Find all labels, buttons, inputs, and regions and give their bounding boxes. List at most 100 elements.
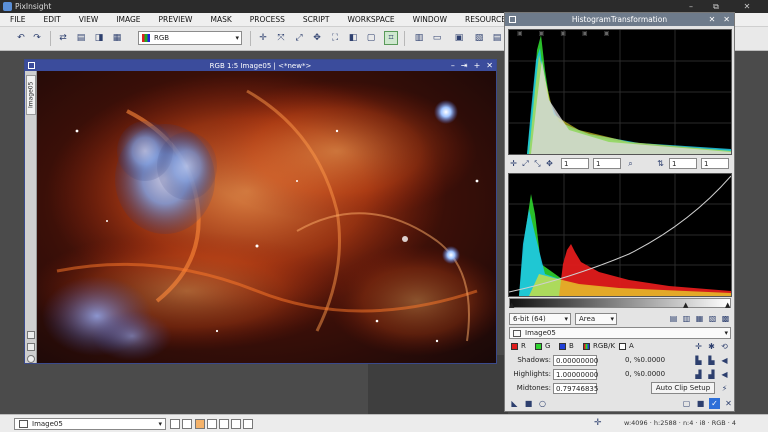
view-target-select[interactable]: Image05 ▾ [509,327,731,339]
clip-icon[interactable]: ▙ [693,355,704,366]
redo-icon[interactable]: ↷ [30,31,44,45]
reject-icon[interactable]: ▤ [668,313,679,324]
crosshair-icon[interactable]: ✛ [508,158,519,169]
pan-icon[interactable]: ✥ [310,31,324,45]
output-histogram-panel[interactable] [508,173,732,297]
marker-icon[interactable]: ▣ [582,30,588,38]
menu-script[interactable]: SCRIPT [293,15,338,24]
lock-icon[interactable] [170,419,180,429]
fit-view-icon[interactable]: ⤧ [274,31,288,45]
horizontal-zoom-input[interactable]: 1 [561,158,589,169]
crosshair-icon[interactable]: ✛ [594,418,602,428]
midtones-input[interactable]: 0.79746835 [553,383,598,394]
menu-process[interactable]: PROCESS [240,15,293,24]
view-selector[interactable]: Image05 ▾ [14,418,166,430]
highlights-input[interactable]: 1.00000000 [553,369,598,380]
gear-icon[interactable]: ✱ [706,341,717,352]
auto-icon[interactable]: ⚡ [719,383,730,394]
target-icon[interactable]: ✛ [693,341,704,352]
browse-docs-icon[interactable]: ▢ [681,398,692,409]
apply-global-icon[interactable]: ■ [523,398,534,409]
menu-image[interactable]: IMAGE [106,15,148,24]
layer-icon[interactable] [219,419,229,429]
image-stack-icon[interactable]: ▤ [74,31,88,45]
image-window-titlebar[interactable]: RGB 1:5 Image05 | <*new*> – ⇥ + ✕ [25,60,496,71]
close-button[interactable]: ✕ [736,0,758,13]
layout-icon[interactable]: ▥ [412,31,426,45]
expand-icon[interactable]: ⛶ [328,31,342,45]
real-time-preview-icon[interactable]: ○ [537,398,548,409]
check-icon[interactable]: ✓ [709,398,720,409]
clip-icon[interactable]: ▙ [706,355,717,366]
zoom-out-icon[interactable]: ⤡ [532,158,543,169]
close-image-button[interactable]: ✕ [486,61,493,70]
bit-depth-select[interactable]: 6-bit (64) ▾ [509,313,571,325]
channels-icon[interactable]: ▦ [110,31,124,45]
alpha-channel-checkbox[interactable] [619,343,626,350]
stf-icon[interactable]: ▧ [472,31,486,45]
grid-icon[interactable]: ▩ [720,313,731,324]
crop-icon[interactable]: ⌗ [384,31,398,45]
input-histogram-panel[interactable]: ▣ ▣ ▣ ▣ ▣ [508,29,732,155]
marker-icon[interactable]: ▣ [539,30,545,38]
menu-mask[interactable]: MASK [200,15,239,24]
side-tab-icon[interactable] [27,343,35,351]
rgbk-channel-checkbox[interactable] [583,343,590,350]
close-histogram-button[interactable]: ✕ [723,15,730,24]
window-menu-icon[interactable] [28,62,35,69]
crosshair-icon[interactable]: ✛ [256,31,270,45]
marker-icon[interactable]: ▣ [560,30,566,38]
layer-icon[interactable] [231,419,241,429]
layer-icon[interactable] [243,419,253,429]
midtones-handle-icon[interactable]: ▲ [683,301,688,309]
zoom-fit-icon[interactable]: ⤢ [292,31,306,45]
color-picker-icon[interactable]: ◨ [92,31,106,45]
swap-icon[interactable]: ⇄ [56,31,70,45]
undo-icon[interactable]: ↶ [14,31,28,45]
shade-button[interactable]: – [451,61,455,70]
lower-vertical-zoom-input[interactable]: 1 [701,158,729,169]
side-tab-icon[interactable] [27,331,35,339]
menu-file[interactable]: FILE [0,15,33,24]
layer-icon[interactable] [207,419,217,429]
reset-icon[interactable]: ◀ [719,369,730,380]
reset-icon[interactable]: ◀ [719,355,730,366]
histogram-window[interactable]: HistogramTransformation ✕ ✕ ▣ ▣ ▣ ▣ ▣ ✛ … [504,12,735,412]
red-channel-checkbox[interactable] [511,343,518,350]
magnifier-icon[interactable]: ⌕ [625,158,636,169]
nebula-image[interactable] [37,71,496,363]
highlights-handle-icon[interactable]: ▲ [725,301,730,309]
window-icon[interactable]: ▭ [430,31,444,45]
graph-icon[interactable]: ▥ [681,313,692,324]
display-mode-select[interactable]: Area ▾ [575,313,617,325]
color-space-select[interactable]: RGB ▾ [138,31,242,45]
marker-icon[interactable]: ▣ [517,30,523,38]
clip-icon[interactable]: ▟ [693,369,704,380]
auto-clip-setup-button[interactable]: Auto Clip Setup [651,382,715,394]
menu-window[interactable]: WINDOW [403,15,455,24]
color-swatch-icon[interactable] [195,419,205,429]
maximize-image-button[interactable]: + [474,61,481,70]
reset-all-icon[interactable]: ✕ [723,398,734,409]
image-window[interactable]: RGB 1:5 Image05 | <*new*> – ⇥ + ✕ Image0… [24,59,497,364]
histogram-titlebar[interactable]: HistogramTransformation ✕ ✕ [505,13,734,26]
zoom-in-icon[interactable]: ⤢ [520,158,531,169]
vertical-zoom-input[interactable]: 1 [593,158,621,169]
log-icon[interactable]: ▦ [694,313,705,324]
menu-view[interactable]: VIEW [69,15,107,24]
mask-toggle-icon[interactable] [182,419,192,429]
tile-icon[interactable]: ▣ [452,31,466,45]
pan-icon[interactable]: ✥ [544,158,555,169]
apply-icon[interactable]: ■ [695,398,706,409]
iconize-button[interactable]: ⇥ [461,61,468,70]
green-channel-checkbox[interactable] [535,343,542,350]
shade-histogram-button[interactable]: ✕ [709,15,716,24]
image-side-label[interactable]: Image05 [26,75,36,115]
channel-icon[interactable]: ▧ [707,313,718,324]
mask-icon[interactable]: ◧ [346,31,360,45]
menu-preview[interactable]: PREVIEW [149,15,201,24]
cascade-icon[interactable]: ▤ [490,31,504,45]
lower-horizontal-zoom-input[interactable]: 1 [669,158,697,169]
transfer-slider-track[interactable] [509,298,731,308]
reset-icon[interactable]: ⟲ [719,341,730,352]
